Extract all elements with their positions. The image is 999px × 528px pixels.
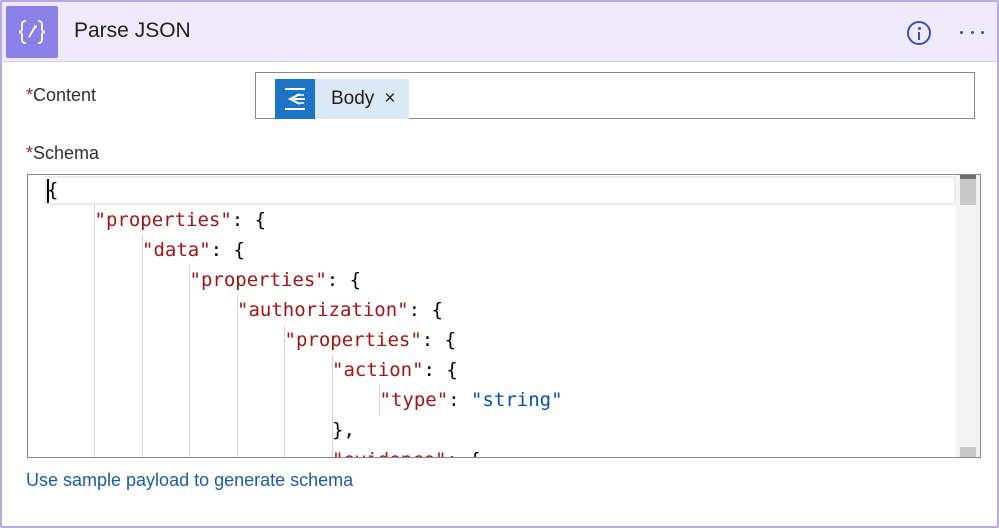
body-token[interactable]: Body × bbox=[275, 79, 409, 119]
required-marker: * bbox=[26, 143, 34, 163]
more-dot bbox=[981, 30, 984, 34]
code-line: "action": { bbox=[332, 355, 458, 385]
http-request-icon bbox=[275, 79, 315, 119]
indent-guide bbox=[94, 205, 95, 457]
code-separator: : bbox=[231, 209, 255, 231]
code-key: "properties" bbox=[189, 269, 327, 291]
code-line: "type": "string" bbox=[380, 385, 563, 415]
editor-scrollbar[interactable] bbox=[956, 175, 980, 457]
code-line: }, bbox=[332, 415, 355, 445]
more-dot bbox=[960, 30, 963, 34]
action-title[interactable]: Parse JSON bbox=[74, 19, 191, 43]
code-line: "properties": { bbox=[95, 205, 267, 235]
code-key: "properties" bbox=[94, 209, 232, 231]
code-separator: : bbox=[446, 449, 469, 457]
code-punctuation: { bbox=[469, 449, 480, 457]
schema-field-label: *Schema bbox=[26, 143, 99, 164]
curly-braces-glyph bbox=[18, 20, 46, 44]
code-value: "string" bbox=[471, 389, 563, 411]
code-punctuation: { bbox=[446, 359, 458, 381]
content-field-label: *Content bbox=[26, 85, 96, 106]
code-punctuation: { bbox=[233, 239, 245, 261]
code-line: "properties": { bbox=[285, 325, 457, 355]
code-key: "action" bbox=[332, 359, 424, 381]
code-key: "data" bbox=[142, 239, 211, 261]
code-separator: : bbox=[326, 269, 350, 291]
indent-guide bbox=[189, 265, 190, 457]
indent-guide bbox=[379, 385, 380, 415]
code-punctuation: { bbox=[254, 209, 267, 231]
code-line: { bbox=[47, 175, 58, 205]
indent-guide bbox=[236, 295, 238, 457]
code-key: "evidence" bbox=[332, 449, 446, 457]
more-options-icon[interactable] bbox=[956, 24, 988, 40]
code-punctuation: { bbox=[47, 179, 59, 201]
code-separator: : bbox=[210, 239, 234, 261]
indent-guide bbox=[284, 325, 285, 457]
code-separator: : bbox=[408, 299, 432, 321]
remove-token-icon[interactable]: × bbox=[384, 88, 395, 110]
code-line: "evidence": { bbox=[332, 445, 481, 457]
parse-json-card: Parse JSON *Content Body × *Schema {"pr… bbox=[0, 0, 999, 528]
more-dot bbox=[970, 30, 974, 34]
code-line: "properties": { bbox=[190, 265, 362, 295]
code-area[interactable]: {"properties": {"data": {"properties": {… bbox=[45, 175, 954, 457]
info-icon[interactable] bbox=[907, 21, 931, 45]
schema-code-editor[interactable]: {"properties": {"data": {"properties": {… bbox=[27, 174, 981, 458]
http-request-glyph bbox=[285, 88, 305, 110]
scrollbar-bottom bbox=[960, 447, 976, 457]
content-input[interactable]: Body × bbox=[255, 72, 975, 119]
code-punctuation: { bbox=[431, 299, 443, 321]
editor-gutter bbox=[28, 175, 45, 457]
code-separator: : bbox=[423, 359, 447, 381]
code-key: "authorization" bbox=[237, 299, 409, 321]
token-label: Body bbox=[331, 88, 375, 109]
action-header[interactable]: Parse JSON bbox=[2, 2, 997, 62]
generate-schema-link[interactable]: Use sample payload to generate schema bbox=[26, 470, 353, 491]
curly-braces-icon bbox=[6, 6, 58, 58]
code-key: "type" bbox=[379, 389, 449, 411]
code-line: "authorization": { bbox=[237, 295, 443, 325]
code-punctuation: { bbox=[349, 269, 362, 291]
required-marker: * bbox=[26, 85, 34, 105]
indent-guide bbox=[141, 235, 143, 457]
indent-guide bbox=[331, 355, 333, 457]
code-line: "data": { bbox=[142, 235, 245, 265]
schema-label-text: Schema bbox=[33, 143, 100, 163]
code-punctuation: }, bbox=[332, 419, 355, 441]
content-label-text: Content bbox=[33, 85, 97, 105]
code-key: "properties" bbox=[284, 329, 422, 351]
scrollbar-thumb[interactable] bbox=[960, 179, 976, 205]
code-punctuation: { bbox=[444, 329, 457, 351]
code-separator: : bbox=[448, 389, 472, 411]
code-separator: : bbox=[421, 329, 445, 351]
